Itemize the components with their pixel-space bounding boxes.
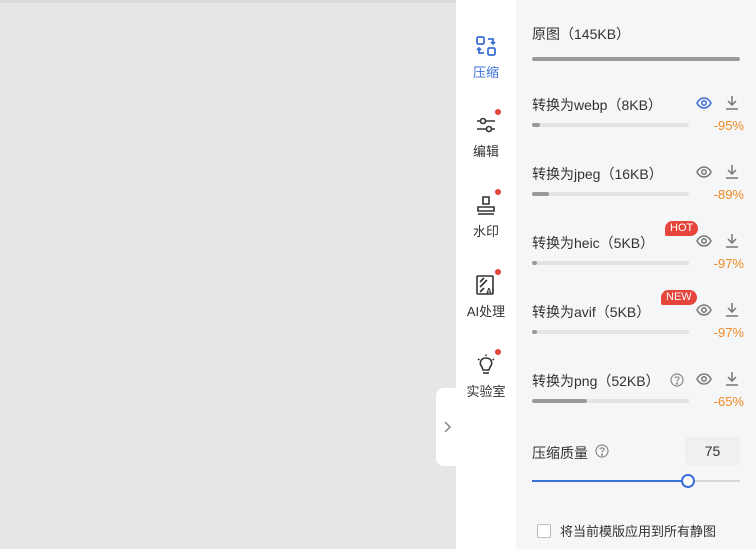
original-size-label: 原图（145KB） xyxy=(532,26,631,42)
hot-badge: HOT xyxy=(665,221,699,236)
size-bar xyxy=(532,399,689,403)
rail-item-ai[interactable]: AI AI处理 xyxy=(456,269,516,320)
notification-dot xyxy=(495,349,501,355)
format-label: 转换为webp（8KB） xyxy=(532,97,662,113)
size-bar xyxy=(532,330,689,334)
rail-label-edit: 编辑 xyxy=(472,144,499,159)
format-row-jpeg: 转换为jpeg（16KB） -89% xyxy=(532,164,744,214)
checkbox-box[interactable] xyxy=(537,523,551,538)
eye-icon[interactable] xyxy=(696,164,712,180)
size-bar-fill xyxy=(532,123,540,127)
download-icon[interactable] xyxy=(724,302,740,318)
download-icon[interactable] xyxy=(724,371,740,387)
format-label: 转换为avif（5KB） xyxy=(532,304,651,320)
rail-label-compress: 压缩 xyxy=(472,65,499,80)
download-icon[interactable] xyxy=(724,233,740,249)
canvas-top-edge xyxy=(0,0,456,3)
rail-label-ai: AI处理 xyxy=(466,304,506,319)
svg-text:AI: AI xyxy=(486,287,494,296)
size-bar xyxy=(532,192,689,196)
notification-dot xyxy=(495,269,501,275)
rail-item-compress[interactable]: 压缩 xyxy=(456,33,516,81)
eye-icon[interactable] xyxy=(696,233,712,249)
compress-panel: 原图（145KB） 转换为webp（8KB） -95% 转换为jpeg（16KB… xyxy=(516,0,756,549)
download-icon[interactable] xyxy=(724,164,740,180)
notification-dot xyxy=(495,109,501,115)
rail-label-lab: 实验室 xyxy=(466,384,506,399)
rail-item-watermark[interactable]: 水印 xyxy=(456,189,516,240)
quality-slider-thumb[interactable] xyxy=(681,474,695,488)
saving-percent: -95% xyxy=(713,118,744,133)
compress-icon xyxy=(473,33,499,59)
apply-all-label: 将当前模版应用到所有静图 xyxy=(560,524,717,539)
quality-slider-fill xyxy=(532,480,688,482)
help-icon[interactable] xyxy=(670,373,684,387)
format-row-webp: 转换为webp（8KB） -95% xyxy=(532,95,744,145)
tool-rail: 压缩 编辑 水印 AI AI处理 实验室 xyxy=(456,0,516,549)
eye-icon[interactable] xyxy=(696,371,712,387)
saving-percent: -65% xyxy=(713,394,744,409)
rail-label-watermark: 水印 xyxy=(472,224,499,239)
format-row-png: 转换为png（52KB） -65% xyxy=(532,371,744,421)
original-size-bar xyxy=(532,57,740,61)
collapse-panel-button[interactable] xyxy=(436,388,458,466)
saving-percent: -89% xyxy=(713,187,744,202)
size-bar xyxy=(532,261,689,265)
format-label: 转换为jpeg（16KB） xyxy=(532,166,663,182)
download-icon[interactable] xyxy=(724,95,740,111)
image-canvas xyxy=(0,0,456,549)
size-bar-fill xyxy=(532,399,587,403)
stamp-icon xyxy=(473,189,501,218)
rail-item-lab[interactable]: 实验室 xyxy=(456,349,516,400)
size-bar xyxy=(532,123,689,127)
eye-icon[interactable] xyxy=(696,302,712,318)
size-bar-fill xyxy=(532,330,537,334)
chevron-right-icon xyxy=(444,421,452,433)
quality-slider[interactable] xyxy=(532,474,740,488)
format-label: 转换为heic（5KB） xyxy=(532,235,655,251)
format-row-heic: 转换为heic（5KB） HOT -97% xyxy=(532,221,744,283)
saving-percent: -97% xyxy=(713,256,744,271)
eye-icon[interactable] xyxy=(696,95,712,111)
rail-item-edit[interactable]: 编辑 xyxy=(456,109,516,160)
help-icon[interactable] xyxy=(595,444,609,458)
ai-icon: AI xyxy=(473,269,501,298)
format-label: 转换为png（52KB） xyxy=(532,373,660,389)
notification-dot xyxy=(495,189,501,195)
size-bar-fill xyxy=(532,261,537,265)
quality-label: 压缩质量 xyxy=(532,445,588,461)
quality-value-input[interactable]: 75 xyxy=(685,437,740,465)
size-bar-fill xyxy=(532,192,550,196)
apply-all-checkbox[interactable]: 将当前模版应用到所有静图 xyxy=(537,521,716,540)
sliders-icon xyxy=(473,109,501,138)
saving-percent: -97% xyxy=(713,325,744,340)
format-row-avif: 转换为avif（5KB） NEW -97% xyxy=(532,290,744,352)
new-badge: NEW xyxy=(661,290,697,305)
bulb-icon xyxy=(473,349,501,378)
